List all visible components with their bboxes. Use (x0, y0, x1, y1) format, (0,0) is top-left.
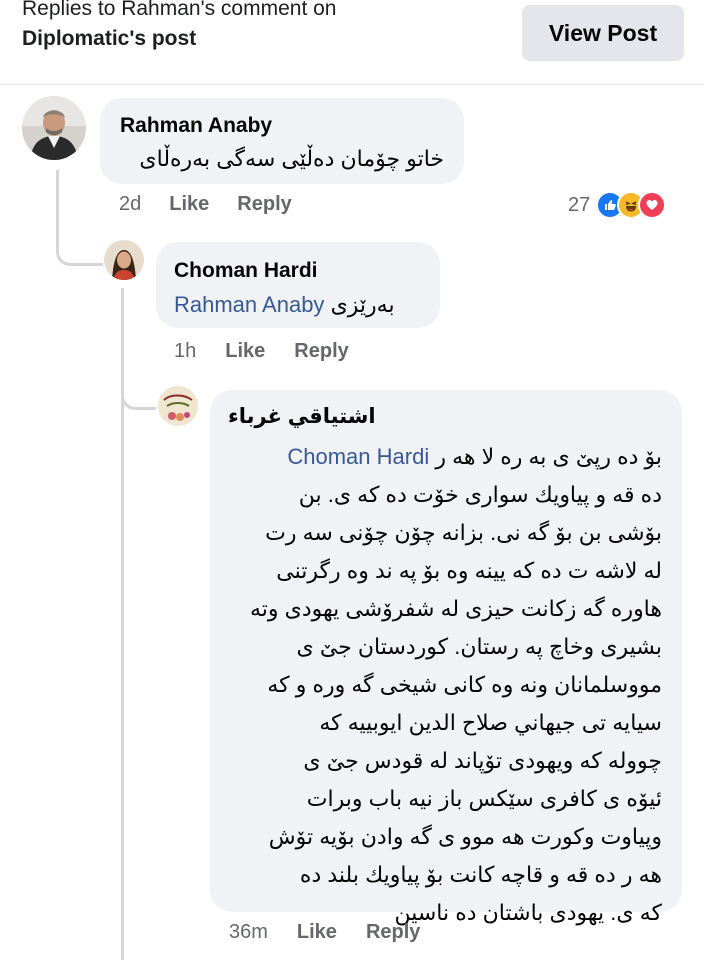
comment-bubble-rahman[interactable]: Rahman Anaby خاتو چۆمان دەڵێی سەگی بەرەڵ… (100, 98, 464, 184)
thread-connector-2 (121, 355, 156, 410)
comment-text-line: مووسلمانان ونه وه كانی شیخی گه وره و كه (267, 672, 662, 697)
comment-text-line: ئیۆه ی كافری سێكس باز نیه باب وبرات (306, 786, 662, 811)
view-post-button[interactable]: View Post (522, 5, 684, 61)
comment-text: خاتو چۆمان دەڵێی سەگی بەرەڵای (139, 146, 444, 171)
like-button[interactable]: Like (169, 193, 209, 216)
avatar-choman[interactable] (104, 240, 144, 280)
comment-time[interactable]: 36m (229, 921, 268, 944)
love-icon (638, 191, 667, 219)
avatar-ishtiaq-image (158, 386, 198, 426)
reaction-count: 27 (568, 193, 591, 216)
comment-bubble-choman[interactable]: Choman Hardi بەرێزی Rahman Anaby (156, 242, 440, 328)
comment-text-line: بشیری وخاچ په رستان. كوردستان جێ ی (296, 634, 662, 659)
comment-actions: 36m Like Reply (229, 921, 420, 944)
comment-text-line: ده قه و پیاویك سواری خۆت ده كه ی. بن (298, 482, 662, 507)
mention-link[interactable]: Rahman Anaby (174, 292, 324, 317)
like-button[interactable]: Like (225, 340, 265, 363)
avatar-rahman[interactable] (22, 96, 86, 160)
comment-text-line: له لاشه ت ده كه یینه وه بۆ په ند وه رگرت… (276, 558, 662, 583)
comment-text: ده قه و پیاویك سواری خۆت ده كه ی. بن بۆش… (224, 476, 662, 932)
page-header-title: Replies to Rahman's comment on Diplomati… (22, 0, 462, 54)
comment-time[interactable]: 1h (174, 340, 196, 363)
avatar-choman-image (104, 240, 144, 280)
reply-button[interactable]: Reply (294, 340, 348, 363)
thread-line-main (56, 170, 59, 210)
comment-author[interactable]: Choman Hardi (174, 259, 318, 283)
comment-first-line: بۆ ده رپێ ی به ره لا هه ر Choman Hardi (224, 438, 662, 476)
reaction-icons (596, 191, 667, 219)
comment-text-line: سیایه تی جیهاني صلاح الدين ايوبييه كه (319, 710, 662, 735)
comment-text-line: بۆ ده رپێ ی به ره لا هه ر (435, 444, 662, 469)
reaction-summary[interactable]: 27 (568, 191, 667, 219)
header-divider (0, 84, 704, 85)
comment-author[interactable]: اشتیاقي غرباء (228, 404, 376, 429)
comment-bubble-ishtiaq[interactable]: اشتیاقي غرباء بۆ ده رپێ ی به ره لا هه ر … (210, 390, 682, 925)
mention-link[interactable]: Choman Hardi (287, 444, 429, 469)
comment-actions: 2d Like Reply (119, 193, 292, 216)
comment-text-line: هه ر ده قه و قاچه كانت بۆ پیاویك بلند ده (299, 862, 662, 887)
comment-text-line: هاوره گه زكانت حیزی له شفرۆشی یهودی وته (249, 596, 662, 621)
avatar-rahman-image (22, 96, 86, 160)
comment-text: بەرێزی (330, 292, 395, 317)
comment-text-line: بۆشی بن بۆ گه نی. بزانه چۆن چۆنی سه رت (265, 520, 662, 545)
header-title-line2: Diplomatic's post (22, 27, 197, 50)
comment-body: بەرێزی Rahman Anaby (174, 292, 395, 318)
comment-actions: 1h Like Reply (174, 340, 349, 363)
comment-author[interactable]: Rahman Anaby (120, 114, 272, 138)
thread-connector-1 (56, 205, 103, 266)
reply-button[interactable]: Reply (237, 193, 291, 216)
avatar-ishtiaq[interactable] (158, 386, 198, 426)
comment-text-line: وپیاوت وكورت هه موو ی گه وادن بۆیه تۆش (268, 824, 662, 849)
like-button[interactable]: Like (297, 921, 337, 944)
comment-time[interactable]: 2d (119, 193, 141, 216)
comment-text-line: چووله كه ویهودی تۆپاند له قودس جێ ی (303, 748, 662, 773)
header-title-line1: Replies to Rahman's comment on (22, 0, 337, 20)
reply-button[interactable]: Reply (366, 921, 420, 944)
